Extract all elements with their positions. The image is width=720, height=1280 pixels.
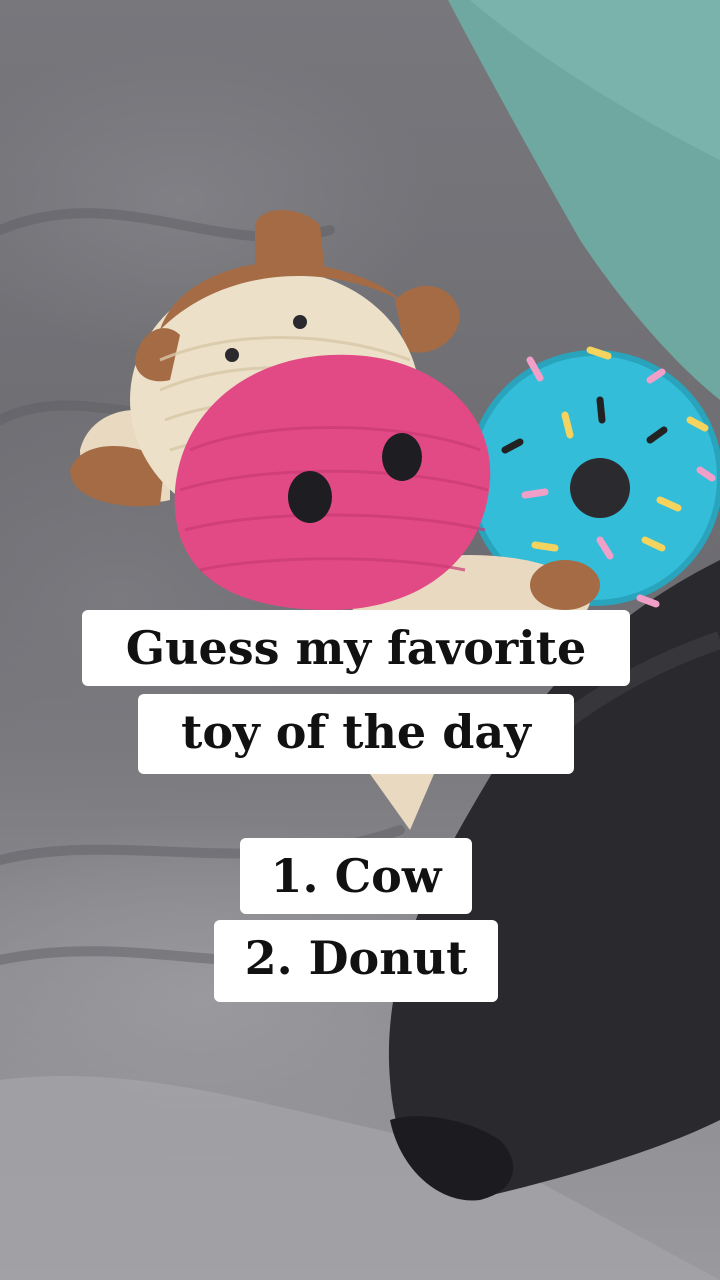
photo-frame: Guess my favorite toy of the day 1. Cow … (0, 0, 720, 1280)
option-donut: 2. Donut (214, 920, 498, 1002)
caption-line-1: Guess my favorite (82, 610, 630, 686)
caption-line-2: toy of the day (138, 694, 574, 774)
option-cow: 1. Cow (240, 838, 472, 914)
